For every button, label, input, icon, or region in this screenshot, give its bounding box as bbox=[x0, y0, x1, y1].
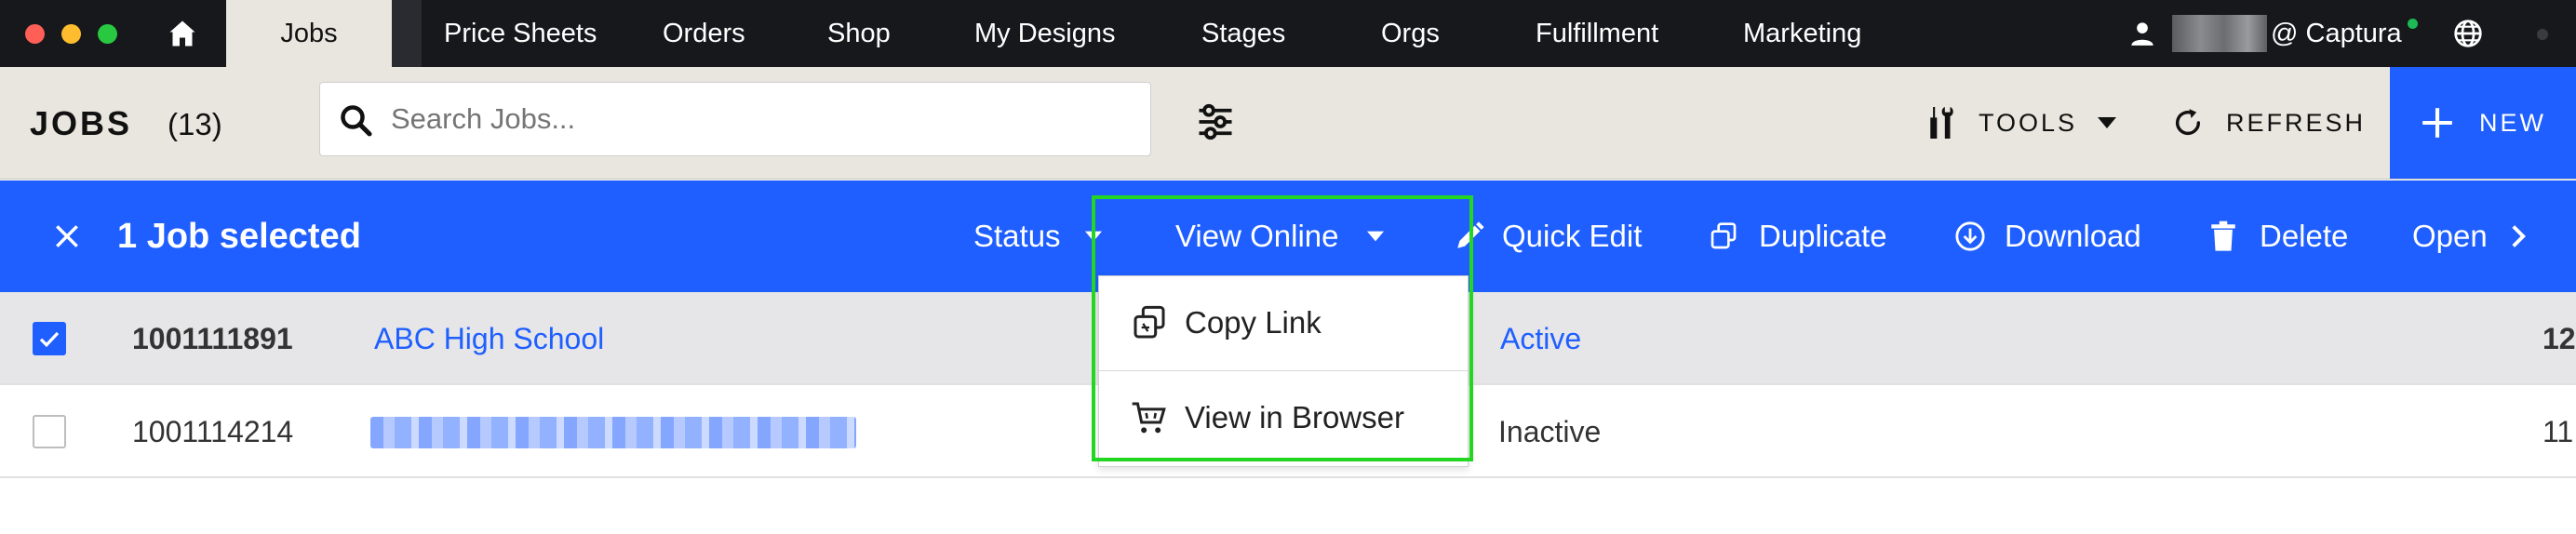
nav-item-orders[interactable]: Orders bbox=[663, 0, 745, 67]
user-name-redacted[interactable] bbox=[2172, 15, 2267, 52]
nav-item-orgs[interactable]: Orgs bbox=[1381, 0, 1440, 67]
delete-action-label: Delete bbox=[2260, 219, 2349, 253]
cart-icon bbox=[1132, 402, 1166, 434]
new-label: NEW bbox=[2479, 108, 2546, 137]
row-checkbox[interactable] bbox=[33, 415, 66, 448]
window-close-button[interactable] bbox=[25, 24, 45, 44]
job-count: (13) bbox=[168, 107, 222, 141]
refresh-label: REFRESH bbox=[2226, 108, 2367, 137]
refresh-button[interactable]: REFRESH bbox=[2172, 104, 2366, 141]
tools-menu-button[interactable]: TOOLS bbox=[1926, 104, 2117, 141]
open-action-label: Open bbox=[2412, 219, 2488, 253]
pencil-icon bbox=[1457, 221, 1484, 248]
status-action-label: Status bbox=[973, 219, 1061, 253]
row-checkbox[interactable] bbox=[33, 322, 66, 355]
home-icon[interactable] bbox=[166, 17, 199, 50]
menu-item-view-in-browser[interactable]: View in Browser bbox=[1099, 371, 1468, 464]
refresh-icon bbox=[2175, 109, 2201, 135]
job-trailing-value: 12 bbox=[2542, 322, 2576, 355]
tab-jobs[interactable]: Jobs bbox=[226, 0, 392, 67]
overflow-dot bbox=[2537, 29, 2548, 40]
menu-item-copy-link[interactable]: Copy Link bbox=[1099, 276, 1468, 369]
chevron-right-icon[interactable] bbox=[2510, 223, 2527, 249]
nav-item-my-designs[interactable]: My Designs bbox=[974, 0, 1116, 67]
globe-icon[interactable] bbox=[2453, 19, 2483, 48]
org-name[interactable]: @ Captura bbox=[2271, 0, 2402, 67]
menu-item-copy-link-label: Copy Link bbox=[1185, 305, 1322, 340]
clear-selection-close-icon[interactable] bbox=[52, 221, 82, 251]
job-status: Active bbox=[1500, 322, 1582, 355]
page-header: JOBS (13) TOOLS REFRESH bbox=[0, 67, 2576, 180]
top-nav: Jobs Price Sheets Orders Shop My Designs… bbox=[0, 0, 2576, 67]
nav-item-fulfillment[interactable]: Fulfillment bbox=[1536, 0, 1658, 67]
chevron-down-icon bbox=[1366, 231, 1384, 242]
delete-action-button[interactable]: Delete bbox=[2209, 180, 2348, 292]
download-action-button[interactable]: Download bbox=[1954, 180, 2141, 292]
chevron-down-icon bbox=[1084, 231, 1102, 242]
search-box[interactable] bbox=[319, 82, 1151, 156]
window-zoom-button[interactable] bbox=[98, 24, 117, 44]
job-status: Inactive bbox=[1498, 415, 1602, 448]
view-online-action-label: View Online bbox=[1175, 219, 1339, 253]
job-id: 1001111891 bbox=[132, 322, 293, 355]
status-action-button[interactable]: Status bbox=[973, 180, 1102, 292]
quick-edit-action-button[interactable]: Quick Edit bbox=[1454, 180, 1642, 292]
search-icon bbox=[341, 105, 372, 137]
selection-count: 1 Job selected bbox=[117, 217, 361, 256]
quick-edit-action-label: Quick Edit bbox=[1502, 219, 1643, 253]
job-name-link-redacted[interactable] bbox=[370, 417, 856, 448]
search-input[interactable] bbox=[391, 83, 1126, 155]
chevron-down-icon bbox=[2098, 117, 2117, 128]
plus-icon bbox=[2422, 108, 2452, 138]
nav-item-stages[interactable]: Stages bbox=[1201, 0, 1285, 67]
online-status-dot bbox=[2408, 19, 2418, 29]
duplicate-icon bbox=[1711, 222, 1737, 249]
tab-jobs-label: Jobs bbox=[280, 18, 338, 48]
job-name-link[interactable]: ABC High School bbox=[374, 292, 604, 385]
menu-item-view-in-browser-label: View in Browser bbox=[1185, 400, 1404, 434]
copy-link-icon bbox=[1134, 305, 1165, 339]
view-online-dropdown-menu: Copy Link View in Browser bbox=[1098, 275, 1469, 467]
nav-item-shop[interactable]: Shop bbox=[827, 0, 891, 67]
open-action-button[interactable]: Open bbox=[2412, 180, 2527, 292]
download-action-label: Download bbox=[2005, 219, 2141, 253]
user-icon[interactable] bbox=[2129, 20, 2155, 47]
tools-icon bbox=[1930, 107, 1953, 139]
trash-icon bbox=[2211, 220, 2235, 251]
new-button[interactable]: NEW bbox=[2390, 67, 2576, 179]
nav-item-marketing[interactable]: Marketing bbox=[1743, 0, 1861, 67]
duplicate-action-label: Duplicate bbox=[1759, 219, 1887, 253]
nav-item-price-sheets[interactable]: Price Sheets bbox=[444, 0, 597, 67]
tab-divider bbox=[392, 0, 422, 67]
job-trailing-value: 11 bbox=[2542, 415, 2574, 448]
tools-label: TOOLS bbox=[1979, 108, 2078, 137]
duplicate-action-button[interactable]: Duplicate bbox=[1709, 180, 1887, 292]
check-icon bbox=[39, 331, 60, 348]
filter-sliders-icon[interactable] bbox=[1196, 102, 1235, 141]
window-minimize-button[interactable] bbox=[61, 24, 81, 44]
job-id: 1001114214 bbox=[132, 415, 294, 448]
download-icon bbox=[1955, 221, 1985, 251]
page-title: JOBS bbox=[30, 104, 133, 142]
